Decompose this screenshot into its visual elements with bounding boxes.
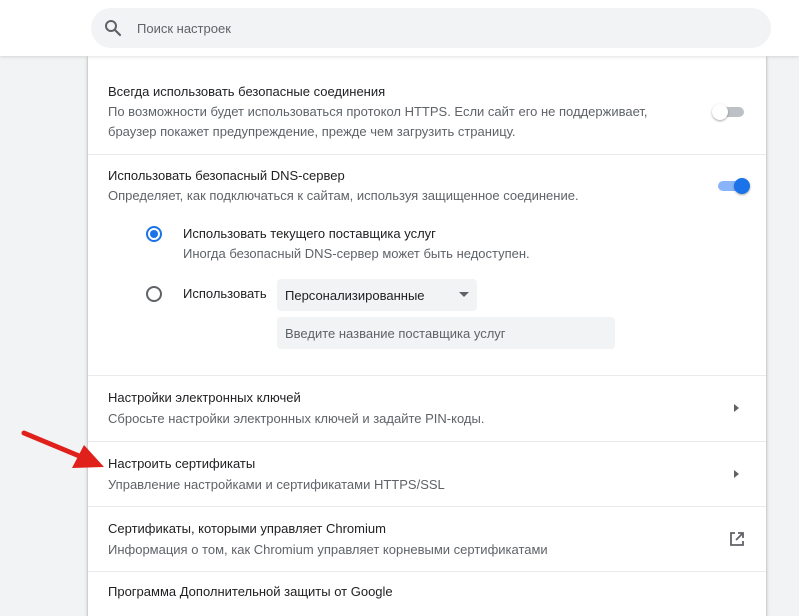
open-in-new-icon[interactable] bbox=[729, 531, 745, 547]
search-input[interactable] bbox=[137, 8, 737, 48]
secure-dns-toggle[interactable] bbox=[716, 178, 750, 194]
dns-custom-provider-label[interactable]: Использовать bbox=[183, 286, 267, 301]
dns-provider-select[interactable]: Персонализированные bbox=[277, 279, 477, 311]
https-only-row[interactable]: Всегда использовать безопасные соединени… bbox=[88, 56, 766, 154]
security-keys-row[interactable]: Настройки электронных ключей Сбросьте на… bbox=[88, 376, 766, 441]
dns-current-provider-label[interactable]: Использовать текущего поставщика услуг bbox=[183, 226, 436, 241]
manage-certificates-description: Управление настройками и сертификатами H… bbox=[108, 477, 445, 492]
search-bar[interactable] bbox=[91, 8, 771, 48]
dns-current-provider-radio[interactable] bbox=[146, 226, 162, 242]
secure-dns-description: Определяет, как подключаться к сайтам, и… bbox=[108, 188, 579, 203]
search-icon bbox=[103, 18, 123, 38]
settings-header bbox=[0, 0, 799, 56]
chevron-right-icon bbox=[734, 404, 739, 412]
security-settings-card: Всегда использовать безопасные соединени… bbox=[88, 56, 766, 616]
manage-certificates-title: Настроить сертификаты bbox=[108, 456, 256, 471]
toggle-knob bbox=[712, 104, 728, 120]
dns-current-provider-description: Иногда безопасный DNS-сервер может быть … bbox=[183, 246, 530, 261]
dns-custom-provider-radio[interactable] bbox=[146, 286, 162, 302]
advanced-protection-title: Программа Дополнительной защиты от Googl… bbox=[108, 584, 393, 599]
https-only-title: Всегда использовать безопасные соединени… bbox=[108, 84, 386, 99]
https-only-description-line2: браузер покажет предупреждение, прежде ч… bbox=[108, 124, 516, 139]
toggle-knob bbox=[734, 178, 750, 194]
dropdown-arrow-icon bbox=[459, 292, 469, 297]
security-keys-title: Настройки электронных ключей bbox=[108, 390, 301, 405]
red-annotation-arrow-icon bbox=[21, 430, 104, 468]
manage-certificates-row[interactable]: Настроить сертификаты Управление настрой… bbox=[88, 442, 766, 506]
dns-provider-name-input[interactable] bbox=[277, 317, 615, 349]
chromium-certificates-description: Информация о том, как Chromium управляет… bbox=[108, 542, 548, 557]
secure-dns-section: Использовать безопасный DNS-сервер Опред… bbox=[88, 155, 766, 375]
advanced-protection-row[interactable]: Программа Дополнительной защиты от Googl… bbox=[88, 572, 766, 616]
chromium-certificates-row[interactable]: Сертификаты, которыми управляет Chromium… bbox=[88, 507, 766, 571]
security-keys-description: Сбросьте настройки электронных ключей и … bbox=[108, 411, 485, 426]
dns-provider-select-value: Персонализированные bbox=[285, 288, 425, 303]
https-only-toggle[interactable] bbox=[712, 104, 746, 120]
chromium-certificates-title: Сертификаты, которыми управляет Chromium bbox=[108, 521, 386, 536]
secure-dns-title: Использовать безопасный DNS-сервер bbox=[108, 168, 345, 183]
https-only-description-line1: По возможности будет использоваться прот… bbox=[108, 104, 648, 119]
chevron-right-icon bbox=[734, 470, 739, 478]
